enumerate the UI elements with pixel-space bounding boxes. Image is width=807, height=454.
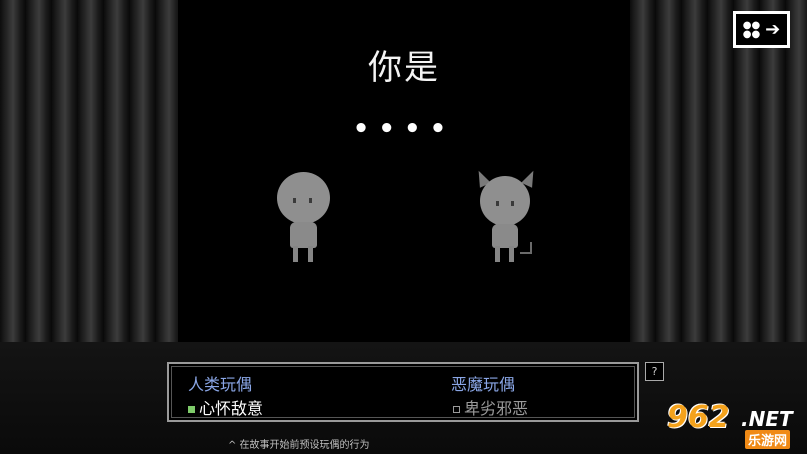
- demon-doll[interactable]: [472, 168, 540, 264]
- doll-leg: [308, 246, 313, 262]
- doll-leg: [495, 246, 500, 262]
- watermark-sub: 乐游网: [745, 430, 791, 449]
- human-option-title: 人类玩偶: [188, 375, 253, 394]
- watermark-suffix: .NET: [741, 407, 793, 431]
- arrow-right-icon: ➔: [765, 19, 781, 40]
- doll-leg: [293, 246, 298, 262]
- help-button[interactable]: ?: [645, 362, 664, 381]
- tail-icon: [520, 242, 532, 254]
- question-title: 你是: [368, 48, 440, 88]
- right-curtain: [630, 0, 807, 342]
- choice-panel: 人类玩偶 心怀敌意 恶魔玩偶 卑劣邪恶: [167, 362, 639, 422]
- demon-option-value[interactable]: 卑劣邪恶: [453, 395, 528, 419]
- doll-eye: [293, 198, 296, 203]
- human-option-value[interactable]: 心怀敌意: [188, 395, 263, 419]
- ellipsis-dots: ••••: [352, 114, 456, 144]
- left-curtain: [0, 0, 178, 342]
- footnote: ^ 在故事开始前预设玩偶的行为: [228, 440, 370, 451]
- unselected-checkbox-icon[interactable]: [453, 406, 460, 413]
- selected-checkbox-icon[interactable]: [188, 406, 195, 413]
- dolls-icon: ●● ●●: [742, 19, 761, 40]
- doll-eye: [309, 198, 312, 203]
- human-doll[interactable]: [272, 172, 336, 264]
- watermark-brand: 962: [667, 400, 730, 435]
- doll-select-next-button[interactable]: ●● ●● ➔: [733, 11, 790, 48]
- doll-head: [277, 172, 330, 224]
- doll-head: [480, 176, 530, 226]
- demon-option-title: 恶魔玩偶: [451, 375, 516, 394]
- doll-eye: [511, 201, 514, 206]
- doll-eye: [496, 201, 499, 206]
- doll-body: [492, 224, 518, 248]
- doll-body: [290, 222, 317, 248]
- human-option-label: 心怀敌意: [199, 399, 264, 418]
- site-watermark-logo: 962 .NET 乐游网: [667, 400, 803, 450]
- demon-option-label: 卑劣邪恶: [464, 399, 529, 418]
- doll-leg: [509, 246, 514, 262]
